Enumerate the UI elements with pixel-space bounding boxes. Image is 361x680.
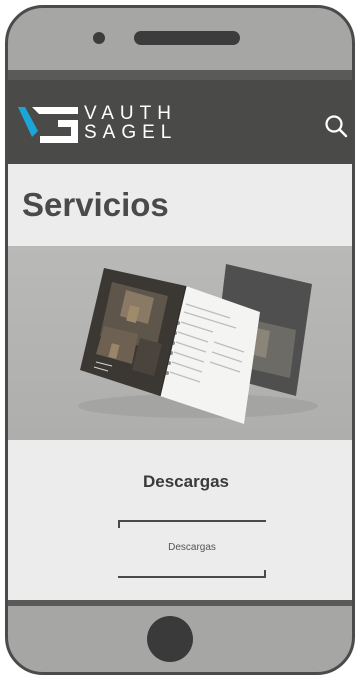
home-button[interactable] — [147, 616, 193, 662]
button-border-bottom-tick — [264, 570, 266, 578]
downloads-button-label: Descargas — [168, 542, 216, 553]
title-area: Servicios — [8, 164, 352, 246]
downloads-section: Descargas Descargas — [8, 440, 352, 600]
search-button[interactable] — [324, 114, 348, 138]
phone-frame: VAUTH SAGEL Servicios Descargas Descarga… — [5, 5, 355, 675]
button-border-top — [118, 520, 266, 522]
logo-line-1: VAUTH — [84, 103, 177, 124]
phone-screen: VAUTH SAGEL Servicios Descargas Descarga… — [8, 70, 352, 606]
logo-text: VAUTH SAGEL — [84, 104, 177, 142]
downloads-button[interactable]: Descargas — [118, 520, 266, 578]
logo-line-2: SAGEL — [84, 122, 178, 143]
vauth-sagel-logo-mark — [18, 107, 78, 143]
search-icon — [325, 115, 348, 138]
page-title: Servicios — [22, 186, 169, 223]
button-border-top-tick — [118, 520, 120, 528]
header-strip — [8, 70, 352, 80]
speaker-bar — [134, 31, 240, 45]
site-header: VAUTH SAGEL — [8, 70, 352, 164]
brochure-image — [8, 246, 352, 440]
camera-dot — [93, 32, 105, 44]
hero-section — [8, 246, 352, 440]
footer-strip — [8, 600, 352, 606]
button-border-bottom — [118, 576, 266, 578]
section-heading: Descargas — [142, 472, 229, 491]
